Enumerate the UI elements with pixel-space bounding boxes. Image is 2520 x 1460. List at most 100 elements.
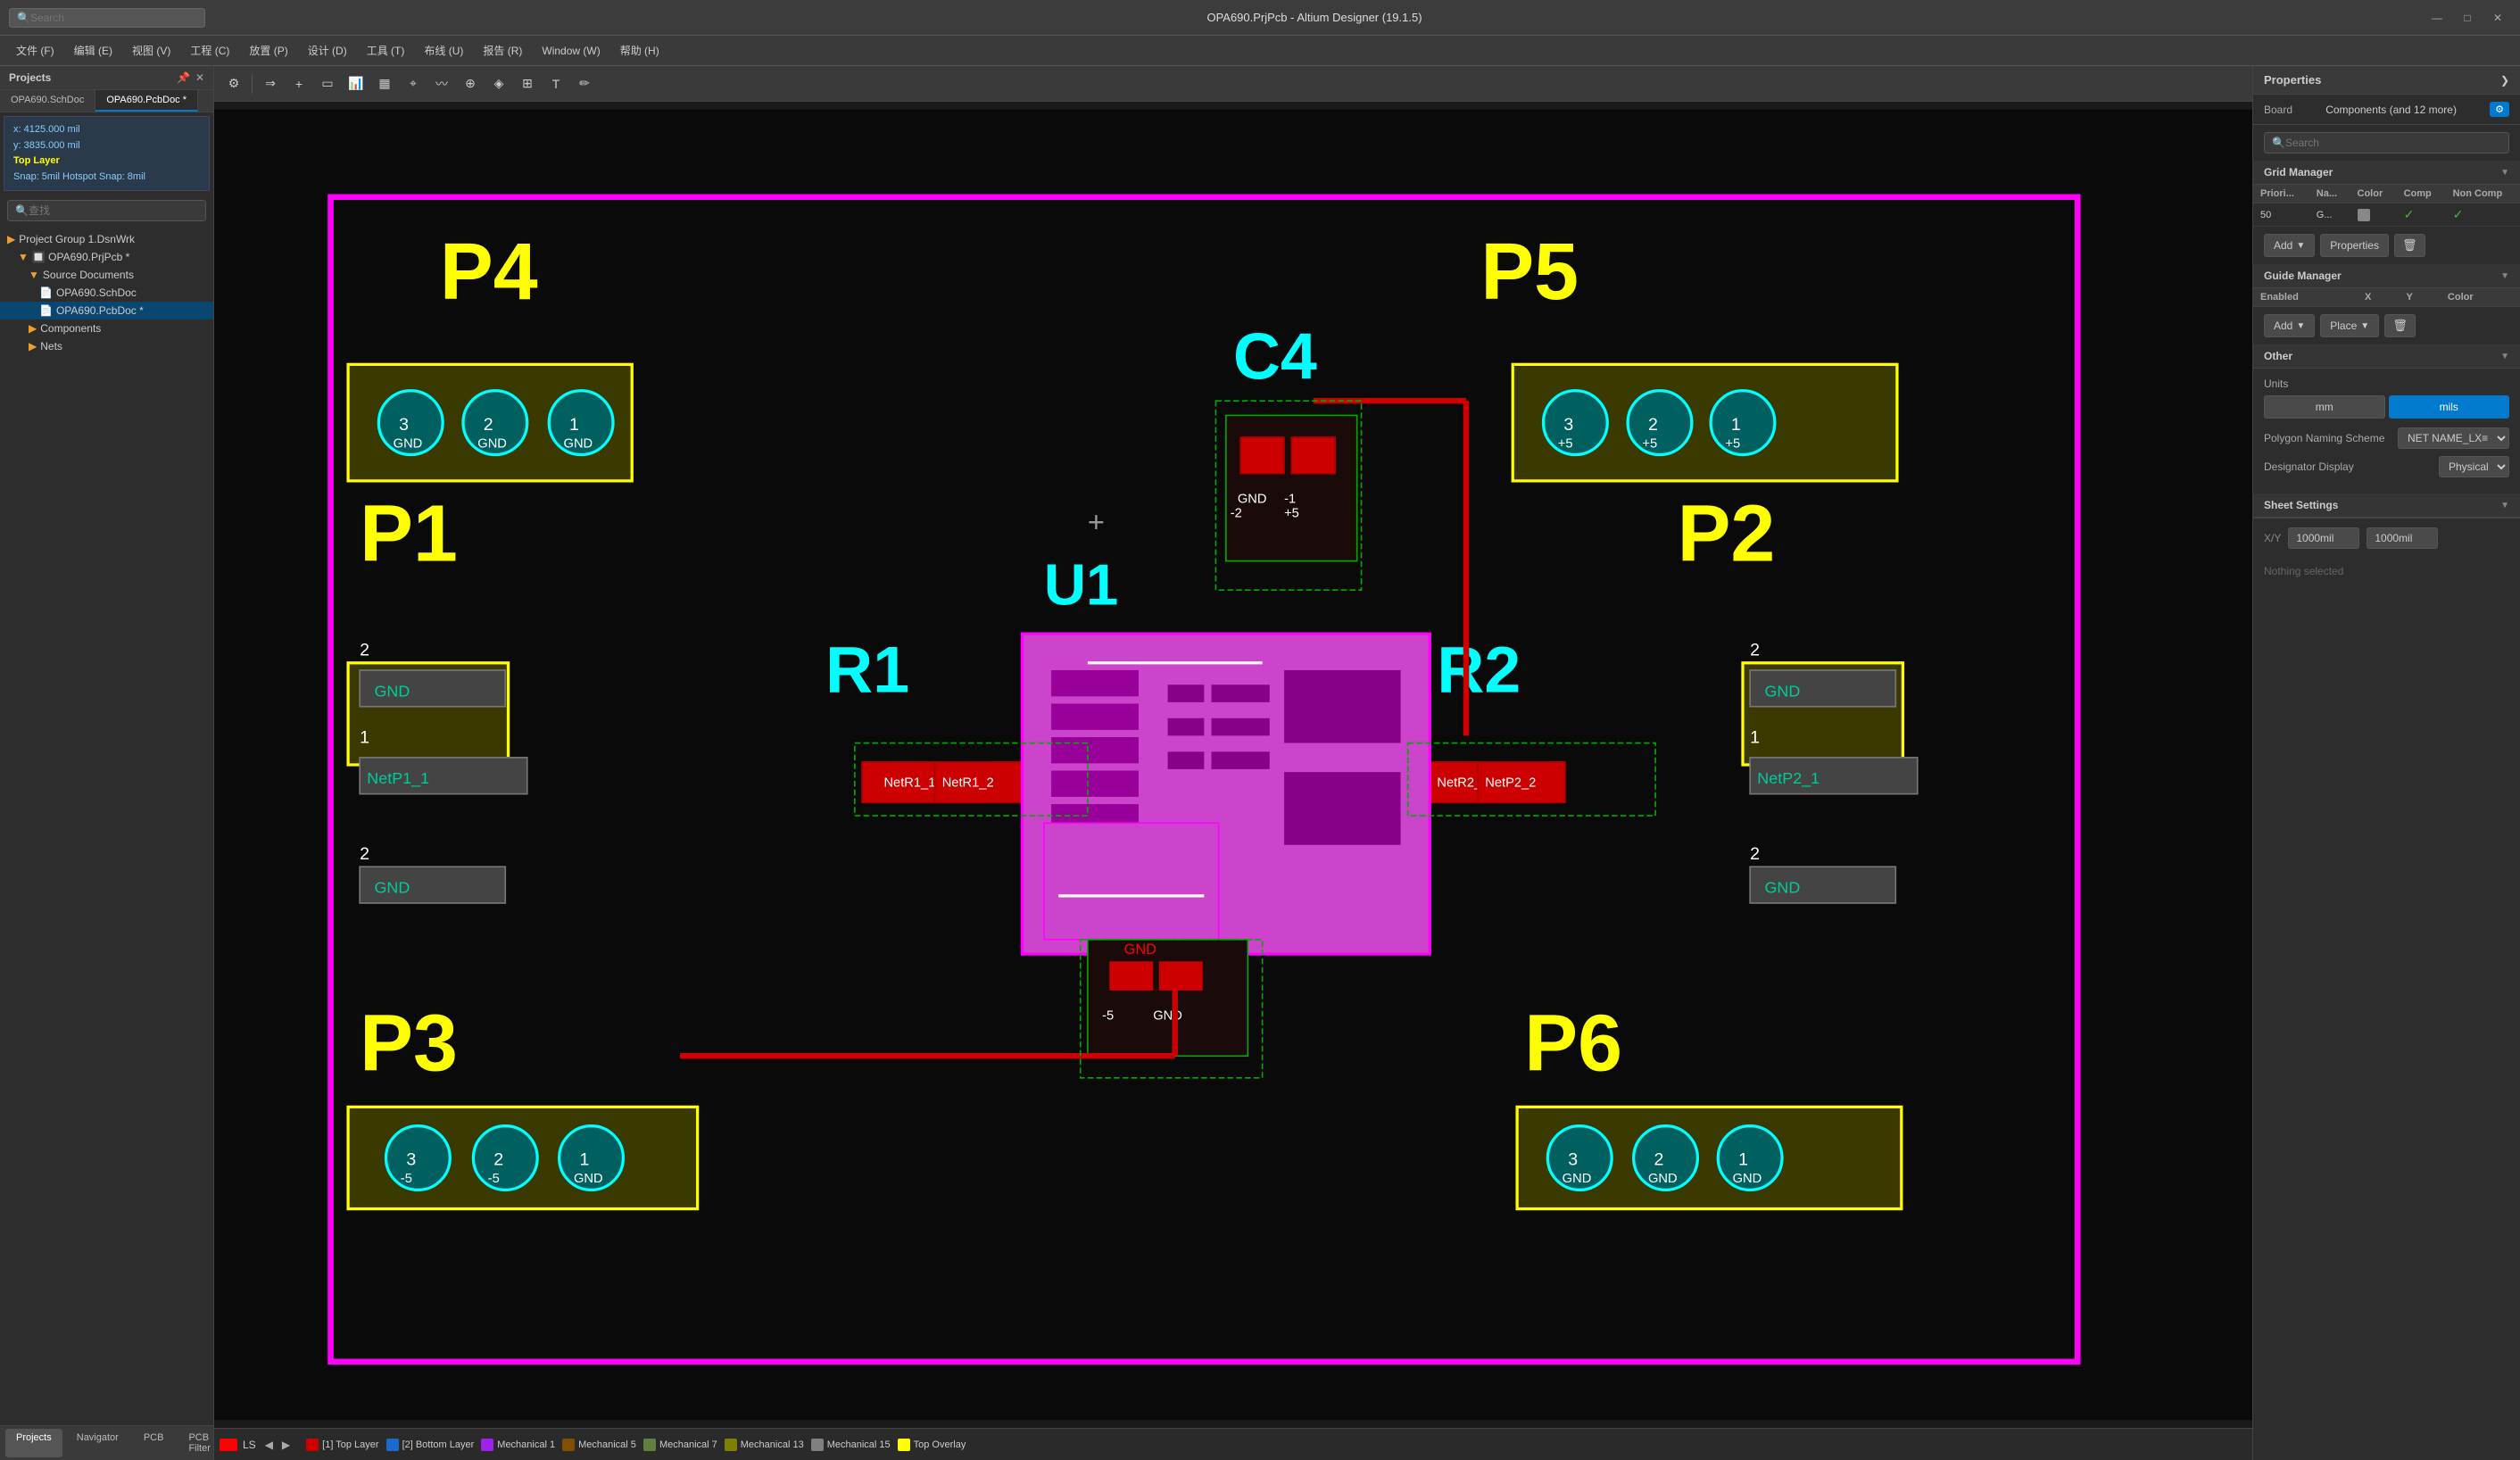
- left-panel-header: Projects 📌 ✕: [0, 66, 213, 90]
- grid-manager-header[interactable]: Grid Manager ▼: [2253, 161, 2520, 185]
- grid-col-comp: Comp: [2397, 185, 2446, 203]
- close-button[interactable]: ✕: [2484, 5, 2511, 30]
- layer-mech13[interactable]: Mechanical 13: [725, 1439, 804, 1451]
- tab-pcbdoc[interactable]: OPA690.PcbDoc *: [95, 90, 198, 112]
- tree-schdoc[interactable]: 📄 OPA690.SchDoc: [0, 284, 213, 302]
- btab-navigator[interactable]: Navigator: [66, 1429, 129, 1457]
- menu-view[interactable]: 视图 (V): [123, 39, 179, 62]
- project-tree: ▶ Project Group 1.DsnWrk ▼ 🔲 OPA690.PrjP…: [0, 227, 213, 1425]
- menu-help[interactable]: 帮助 (H): [611, 39, 668, 62]
- guide-manager-buttons: Add ▼ Place ▼ 🗑: [2253, 307, 2520, 344]
- grid-properties-label: Properties: [2330, 239, 2379, 252]
- pcb-canvas[interactable]: P4 P5 P1 P2 P3 P6 C4 C2 U1 R1: [214, 102, 2252, 1428]
- layer-bottom[interactable]: [2] Bottom Layer: [386, 1439, 475, 1451]
- board-row: Board Components (and 12 more) ⚙: [2264, 102, 2509, 117]
- tree-components[interactable]: ▶ Components: [0, 319, 213, 337]
- menu-tools[interactable]: 工具 (T): [358, 39, 414, 62]
- svg-text:3: 3: [406, 1150, 416, 1170]
- guide-delete-button[interactable]: 🗑: [2384, 314, 2416, 337]
- toolbar-add-btn[interactable]: +: [286, 71, 311, 96]
- toolbar-filter-btn[interactable]: ⚙: [221, 71, 246, 96]
- menu-edit[interactable]: 编辑 (E): [65, 39, 121, 62]
- grid-properties-button[interactable]: Properties: [2320, 234, 2389, 257]
- grid-manager-title: Grid Manager: [2264, 166, 2333, 178]
- toolbar-crosshair-btn[interactable]: ⌖: [401, 71, 426, 96]
- layer-mech1[interactable]: Mechanical 1: [481, 1439, 555, 1451]
- tree-source-docs[interactable]: ▼ Source Documents: [0, 266, 213, 284]
- toolbar-box-btn[interactable]: ⊞: [515, 71, 540, 96]
- tree-pcbdoc[interactable]: 📄 OPA690.PcbDoc *: [0, 302, 213, 319]
- tree-nets[interactable]: ▶ Nets: [0, 337, 213, 355]
- guide-manager-header[interactable]: Guide Manager ▼: [2253, 264, 2520, 288]
- project-search-input[interactable]: [29, 204, 198, 217]
- menu-project[interactable]: 工程 (C): [181, 39, 238, 62]
- menu-file[interactable]: 文件 (F): [7, 39, 63, 62]
- menu-design[interactable]: 设计 (D): [299, 39, 356, 62]
- toolbar-text-btn[interactable]: T: [543, 71, 568, 96]
- guide-add-dropdown-icon: ▼: [2296, 321, 2305, 331]
- layer-mech15[interactable]: Mechanical 15: [811, 1439, 891, 1451]
- panel-pin-icon[interactable]: 📌: [177, 71, 190, 84]
- layer-top-overlay[interactable]: Top Overlay: [898, 1439, 966, 1451]
- guide-add-button[interactable]: Add ▼: [2264, 314, 2315, 337]
- layer-next-arrow[interactable]: ▶: [278, 1437, 294, 1453]
- menu-report[interactable]: 报告 (R): [474, 39, 531, 62]
- guide-place-button[interactable]: Place ▼: [2320, 314, 2379, 337]
- toolbar-rect-btn[interactable]: ▭: [315, 71, 340, 96]
- toolbar-route-btn[interactable]: ⇒: [258, 71, 283, 96]
- title-bar-search[interactable]: 🔍: [9, 8, 205, 28]
- polygon-naming-select[interactable]: NET NAME_LX≡: [2398, 427, 2509, 449]
- project-search-box[interactable]: 🔍: [7, 200, 206, 221]
- maximize-button[interactable]: □: [2454, 5, 2481, 30]
- title-search-input[interactable]: [30, 12, 191, 24]
- svg-text:1: 1: [579, 1150, 589, 1170]
- btab-projects[interactable]: Projects: [5, 1429, 62, 1457]
- layer-top[interactable]: [1] Top Layer: [306, 1439, 378, 1451]
- menu-place[interactable]: 放置 (P): [240, 39, 296, 62]
- designator-display-select[interactable]: Physical: [2439, 456, 2509, 477]
- tree-item-label: OPA690.SchDoc: [56, 286, 137, 299]
- search-icon: 🔍: [17, 12, 30, 24]
- svg-text:2: 2: [484, 415, 493, 435]
- coord-x: x: 4125.000 mil: [13, 122, 200, 138]
- panel-close-icon[interactable]: ✕: [195, 71, 204, 84]
- layer-mech15-label: Mechanical 15: [827, 1439, 891, 1450]
- menu-route[interactable]: 布线 (U): [415, 39, 472, 62]
- grid-row[interactable]: 50 G... ✓ ✓: [2253, 203, 2520, 227]
- sheet-y-input[interactable]: [2367, 527, 2438, 549]
- tab-schdoc[interactable]: OPA690.SchDoc: [0, 90, 95, 112]
- unit-mm-button[interactable]: mm: [2264, 395, 2385, 419]
- board-filter-button[interactable]: ⚙: [2490, 102, 2509, 117]
- toolbar-diamond-btn[interactable]: ◈: [486, 71, 511, 96]
- grid-delete-button[interactable]: 🗑: [2394, 234, 2425, 257]
- right-panel-collapse-icon[interactable]: ❯: [2500, 74, 2509, 87]
- svg-text:P6: P6: [1524, 1000, 1622, 1089]
- bottom-tab-bar: Projects Navigator PCB PCB Filter: [0, 1425, 213, 1460]
- menu-window[interactable]: Window (W): [533, 41, 609, 61]
- tree-project-group[interactable]: ▶ Project Group 1.DsnWrk: [0, 230, 213, 248]
- layer-color-bottom: [386, 1439, 399, 1451]
- sheet-x-input[interactable]: [2288, 527, 2359, 549]
- layer-prev-arrow[interactable]: ◀: [261, 1437, 277, 1453]
- btab-pcb[interactable]: PCB: [133, 1429, 175, 1457]
- svg-text:3: 3: [1568, 1150, 1578, 1170]
- minimize-button[interactable]: —: [2424, 5, 2450, 30]
- toolbar-draw-btn[interactable]: ✏: [572, 71, 597, 96]
- svg-text:P5: P5: [1480, 228, 1579, 317]
- unit-mils-button[interactable]: mils: [2389, 395, 2510, 419]
- toolbar-circle-btn[interactable]: ⊕: [458, 71, 483, 96]
- svg-text:-5: -5: [401, 1172, 412, 1186]
- sheet-settings-header[interactable]: Sheet Settings ▼: [2253, 494, 2520, 518]
- right-panel-search-input[interactable]: [2285, 137, 2501, 149]
- other-section-header[interactable]: Other ▼: [2253, 344, 2520, 369]
- right-panel-search[interactable]: 🔍: [2264, 132, 2509, 153]
- toolbar-grid-btn[interactable]: ▦: [372, 71, 397, 96]
- layer-mech5[interactable]: Mechanical 5: [562, 1439, 636, 1451]
- tree-prjpcb[interactable]: ▼ 🔲 OPA690.PrjPcb *: [0, 248, 213, 266]
- toolbar-chart-btn[interactable]: 📊: [344, 71, 369, 96]
- toolbar-wave-btn[interactable]: 〰: [429, 71, 454, 96]
- svg-text:GND: GND: [564, 436, 593, 451]
- grid-add-button[interactable]: Add ▼: [2264, 234, 2315, 257]
- layer-mech7[interactable]: Mechanical 7: [643, 1439, 717, 1451]
- app-title: OPA690.PrjPcb - Altium Designer (19.1.5): [205, 11, 2424, 24]
